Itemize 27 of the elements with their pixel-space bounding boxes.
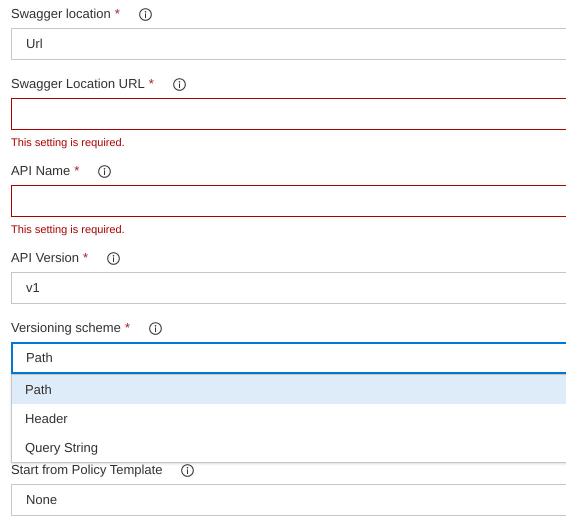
field-label: Start from Policy Template	[11, 461, 162, 479]
dropdown[interactable]: Url	[11, 28, 566, 60]
info-icon[interactable]	[138, 8, 152, 20]
info-icon[interactable]	[148, 322, 162, 334]
info-icon[interactable]	[172, 78, 186, 90]
required-mark: *	[124, 319, 130, 337]
required-mark: *	[82, 249, 88, 267]
input-field[interactable]	[11, 98, 566, 130]
field-label: Versioning scheme	[11, 319, 121, 337]
dropdown[interactable]: Path	[11, 342, 566, 374]
dropdown-option[interactable]: Path	[12, 375, 566, 404]
error-message: This setting is required.	[11, 136, 126, 150]
field-label: API Version	[11, 249, 79, 267]
input-field[interactable]: v1	[11, 272, 566, 304]
info-icon[interactable]	[107, 252, 120, 264]
info-icon[interactable]	[98, 164, 112, 178]
dropdown-option[interactable]: Query String	[12, 433, 566, 462]
field-label: Swagger location	[11, 5, 111, 23]
dropdown[interactable]: None	[11, 484, 566, 516]
error-message: This setting is required.	[11, 223, 126, 237]
required-mark: *	[114, 5, 120, 23]
field-label: Swagger Location URL	[11, 75, 145, 93]
info-icon[interactable]	[181, 464, 194, 476]
required-mark: *	[148, 75, 154, 93]
input-field[interactable]	[11, 185, 566, 217]
required-mark: *	[74, 162, 80, 180]
field-label: API Name	[11, 162, 70, 180]
